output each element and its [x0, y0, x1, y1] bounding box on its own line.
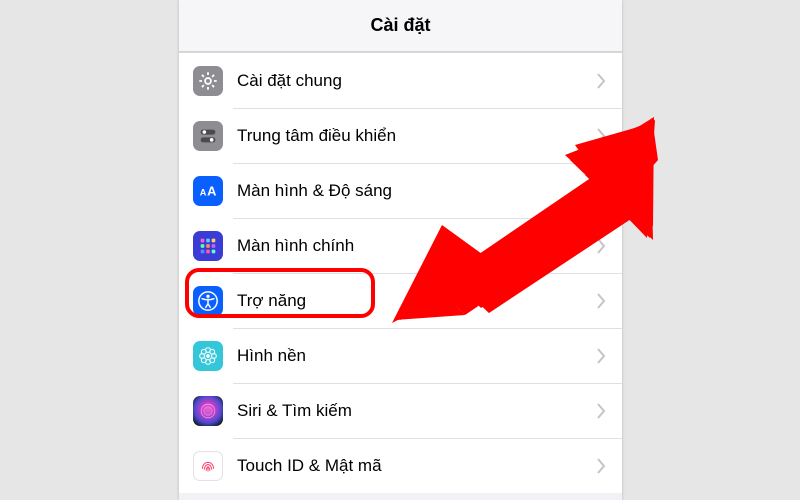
row-label: Trợ năng [237, 291, 596, 311]
siri-icon [193, 396, 223, 426]
row-wallpaper[interactable]: Hình nền [179, 328, 622, 383]
wallpaper-icon [193, 341, 223, 371]
chevron-right-icon [596, 183, 606, 199]
chevron-right-icon [596, 128, 606, 144]
row-label: Hình nền [237, 346, 596, 366]
chevron-right-icon [596, 73, 606, 89]
svg-text:A: A [200, 187, 207, 197]
gear-icon [193, 66, 223, 96]
row-label: Màn hình chính [237, 236, 596, 256]
row-label: Trung tâm điều khiển [237, 126, 596, 146]
chevron-right-icon [596, 293, 606, 309]
chevron-right-icon [596, 348, 606, 364]
home-screen-icon [193, 231, 223, 261]
row-home-screen[interactable]: Màn hình chính [179, 218, 622, 273]
row-control-center[interactable]: Trung tâm điều khiển [179, 108, 622, 163]
settings-list: Cài đặt chung Trung tâm điều khiển [179, 52, 622, 493]
settings-screen: Cài đặt Cài đặt chung [179, 0, 622, 500]
row-label: Siri & Tìm kiếm [237, 401, 596, 421]
accessibility-icon [193, 286, 223, 316]
row-display[interactable]: A A Màn hình & Độ sáng [179, 163, 622, 218]
row-general[interactable]: Cài đặt chung [179, 53, 622, 108]
touch-id-icon [193, 451, 223, 481]
row-label: Touch ID & Mật mã [237, 456, 596, 476]
chevron-right-icon [596, 238, 606, 254]
header: Cài đặt [179, 0, 622, 52]
row-touch-id[interactable]: Touch ID & Mật mã [179, 438, 622, 493]
control-center-icon [193, 121, 223, 151]
row-siri[interactable]: Siri & Tìm kiếm [179, 383, 622, 438]
display-brightness-icon: A A [193, 176, 223, 206]
chevron-right-icon [596, 403, 606, 419]
row-label: Màn hình & Độ sáng [237, 181, 596, 201]
page-title: Cài đặt [370, 15, 430, 36]
row-accessibility[interactable]: Trợ năng [179, 273, 622, 328]
svg-text:A: A [207, 183, 216, 198]
row-label: Cài đặt chung [237, 71, 596, 91]
chevron-right-icon [596, 458, 606, 474]
